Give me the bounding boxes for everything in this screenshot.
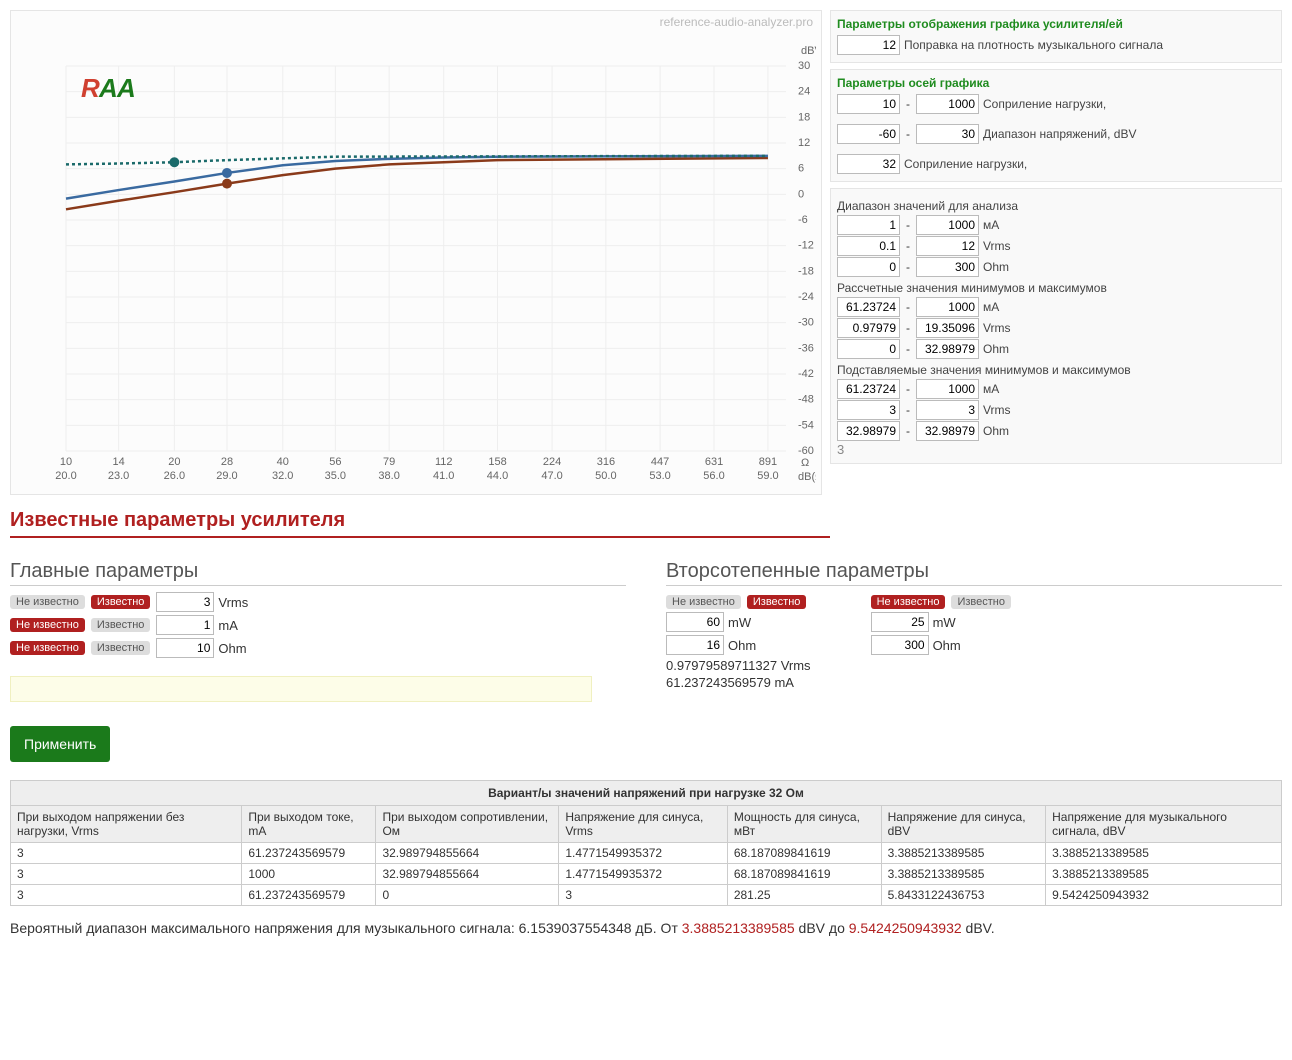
table-header: При выходом сопротивлении, Ом [376,806,559,843]
table-header: При выходом токе, mA [242,806,376,843]
svg-text:A: A [116,73,136,103]
table-caption: Вариант/ы значений напряжений при нагруз… [10,780,1282,805]
results-table: Вариант/ы значений напряжений при нагруз… [10,780,1282,906]
svg-text:-48: -48 [798,394,814,406]
ma-input[interactable] [156,615,214,635]
svg-text:10: 10 [60,456,72,468]
svg-text:-60: -60 [798,445,814,457]
watermark: reference-audio-analyzer.pro [660,15,813,29]
notice-box [10,676,592,702]
volt-max[interactable] [916,124,979,144]
svg-text:50.0: 50.0 [595,470,616,482]
svg-text:59.0: 59.0 [757,470,778,482]
apply-button[interactable]: Применить [10,726,110,762]
table-header: Мощность для синуса, мВт [727,806,881,843]
svg-text:-18: -18 [798,265,814,277]
table-header: При выходом напряжении без нагрузки, Vrm… [11,806,242,843]
svg-text:47.0: 47.0 [541,470,562,482]
y-unit: dBV [801,45,816,57]
chart-container: reference-audio-analyzer.pro 30 24 18 12 6 0 -… [10,10,822,495]
svg-text:41.0: 41.0 [433,470,454,482]
svg-text:28: 28 [221,456,233,468]
svg-text:30: 30 [798,60,810,72]
table-row: 361.23724356957903281.255.84331224367539… [11,885,1282,906]
sub-main: Главные параметры [10,560,626,586]
svg-text:32.0: 32.0 [272,470,293,482]
footer-summary: Вероятный диапазон максимального напряже… [10,920,1282,936]
svg-text:53.0: 53.0 [649,470,670,482]
section-known: Известные параметры усилителя [10,509,830,538]
panel-title: Параметры отображения графика усилителя/… [837,17,1275,31]
svg-text:35.0: 35.0 [325,470,346,482]
svg-text:79: 79 [383,456,395,468]
svg-text:26.0: 26.0 [164,470,185,482]
svg-text:56: 56 [329,456,341,468]
svg-text:-12: -12 [798,240,814,252]
svg-text:-6: -6 [798,214,808,226]
svg-text:158: 158 [488,456,506,468]
svg-text:-24: -24 [798,291,814,303]
svg-text:631: 631 [705,456,723,468]
svg-text:44.0: 44.0 [487,470,508,482]
svg-text:40: 40 [277,456,289,468]
table-header: Напряжение для музыкального сигнала, dBV [1046,806,1282,843]
table-header: Напряжение для синуса, dBV [881,806,1046,843]
table-header: Напряжение для синуса, Vrms [559,806,727,843]
svg-text:20.0: 20.0 [55,470,76,482]
svg-text:18: 18 [798,111,810,123]
svg-text:38.0: 38.0 [378,470,399,482]
correction-input[interactable] [837,35,900,55]
svg-text:-36: -36 [798,342,814,354]
load-max[interactable] [916,94,979,114]
svg-text:12: 12 [798,137,810,149]
load-min[interactable] [837,94,900,114]
badge-unknown[interactable]: Не известно [10,595,85,609]
svg-text:224: 224 [543,456,561,468]
svg-text:24: 24 [798,86,810,98]
svg-text:23.0: 23.0 [108,470,129,482]
logo: RAA [81,73,151,106]
svg-text:0: 0 [798,188,804,200]
table-row: 361.23724356957932.9897948556641.4771549… [11,843,1282,864]
panel-ranges: Диапазон значений для анализа -мА -Vrms … [830,188,1282,464]
svg-text:29.0: 29.0 [216,470,237,482]
badge-known[interactable]: Известно [91,595,151,609]
svg-text:-42: -42 [798,368,814,380]
svg-text:A: A [98,73,118,103]
sub-sec: Вторсотепенные параметры [666,560,1282,586]
svg-text:447: 447 [651,456,669,468]
panel-display: Параметры отображения графика усилителя/… [830,10,1282,63]
svg-text:R: R [81,73,100,103]
table-row: 3100032.9897948556641.477154993537268.18… [11,864,1282,885]
vrms-input[interactable] [156,592,214,612]
svg-text:56.0: 56.0 [703,470,724,482]
load-ref[interactable] [837,154,900,174]
svg-text:891: 891 [759,456,777,468]
x-unit-top: Ω [801,457,809,469]
svg-text:-30: -30 [798,317,814,329]
svg-text:112: 112 [435,456,453,468]
x-unit-bottom: dB(Ω) [798,471,816,483]
svg-text:20: 20 [168,456,180,468]
ohm-input[interactable] [156,638,214,658]
panel-axes: Параметры осей графика -Соприление нагру… [830,69,1282,182]
svg-text:316: 316 [597,456,615,468]
svg-text:14: 14 [112,456,124,468]
volt-min[interactable] [837,124,900,144]
svg-text:6: 6 [798,163,804,175]
svg-text:-54: -54 [798,419,814,431]
